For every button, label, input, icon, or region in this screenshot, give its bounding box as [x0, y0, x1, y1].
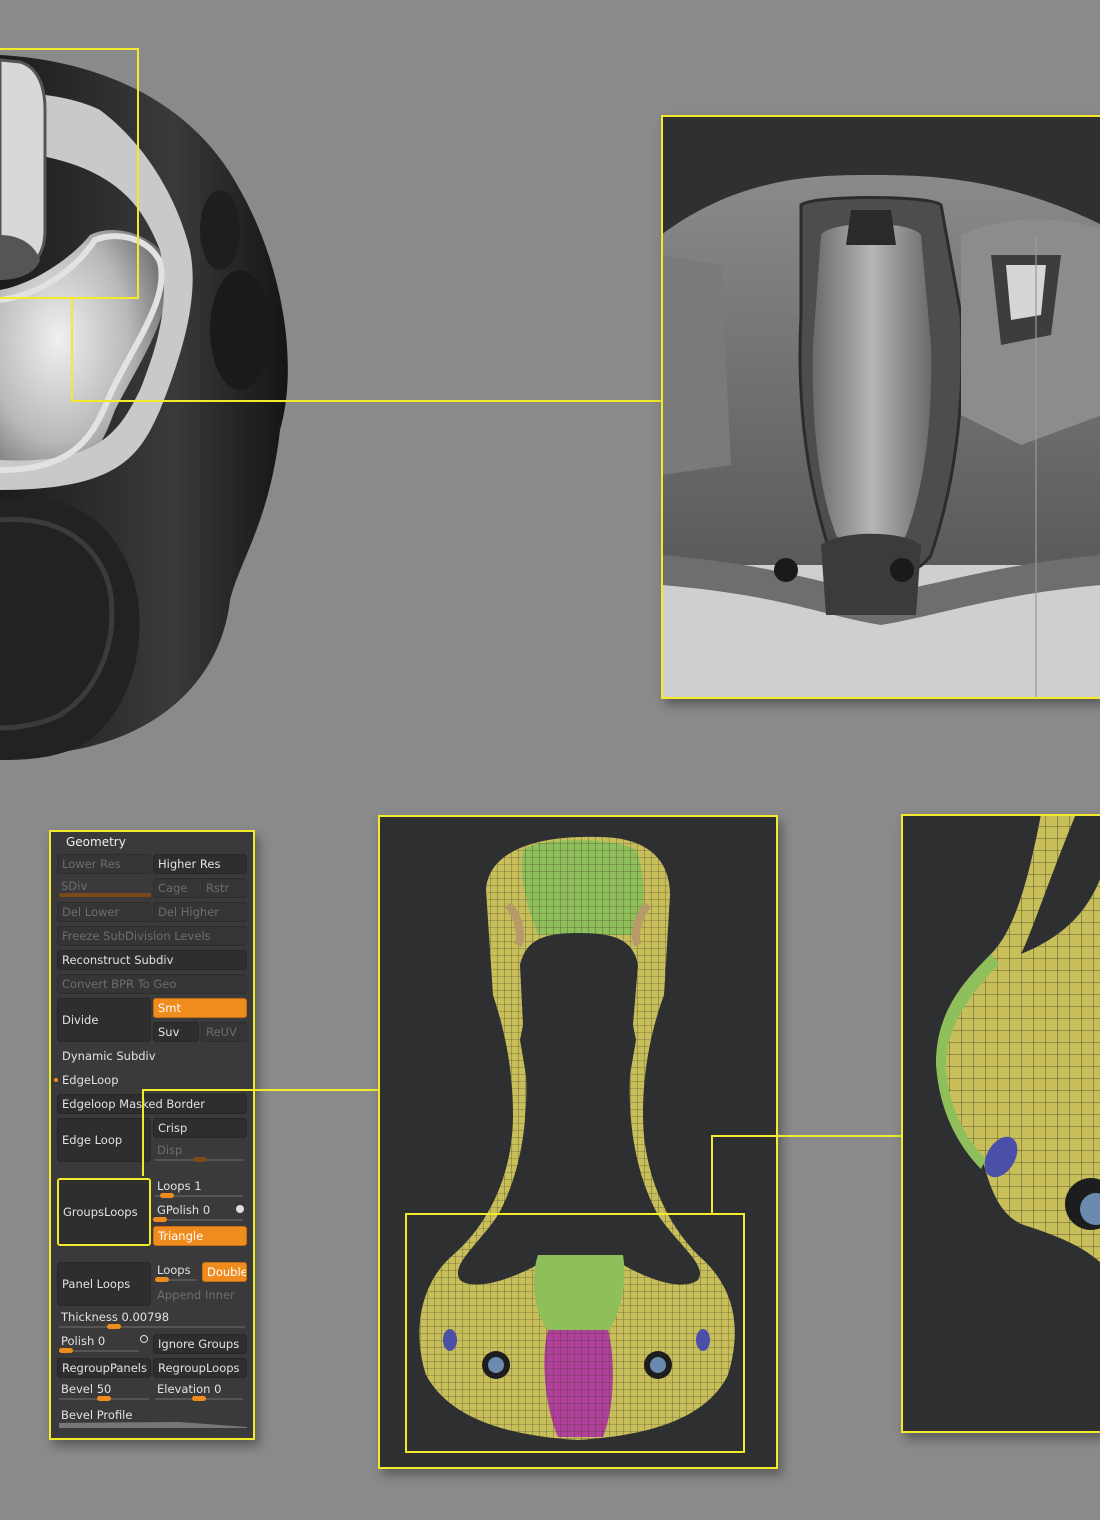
inner-toggle[interactable]: Inner [205, 1288, 235, 1302]
bevel-slider-knob[interactable] [97, 1396, 111, 1401]
regroup-panels-button[interactable]: RegroupPanels [57, 1358, 151, 1378]
connector-line [711, 1135, 713, 1215]
rstr-button[interactable]: Rstr [201, 878, 247, 898]
thickness-slider-knob[interactable] [107, 1324, 121, 1329]
thickness-slider[interactable] [59, 1326, 245, 1328]
thickness-label: Thickness [61, 1310, 118, 1324]
bevel-slider-label: Bevel 50 [61, 1382, 111, 1396]
crop-box-top [0, 48, 139, 299]
helmet-zoom-render [663, 117, 1100, 697]
connector-line [711, 1135, 903, 1137]
panel-loops-button[interactable]: Panel Loops [57, 1262, 151, 1306]
connector-line [71, 400, 663, 402]
sdiv-slider[interactable] [59, 893, 151, 897]
double-toggle[interactable]: Double [202, 1262, 247, 1282]
loops-value: 1 [194, 1179, 202, 1193]
connector-line [142, 1089, 144, 1176]
convert-bpr-button[interactable]: Convert BPR To Geo [57, 974, 247, 994]
divide-button[interactable]: Divide [57, 998, 151, 1042]
edgeloop-header[interactable]: EdgeLoop [62, 1073, 119, 1087]
loops-slider-knob[interactable] [160, 1193, 174, 1198]
reuv-toggle[interactable]: ReUV [201, 1022, 247, 1042]
crop-box-mesh [405, 1213, 745, 1453]
del-lower-button[interactable]: Del Lower [57, 902, 151, 922]
polish-slider-knob[interactable] [59, 1348, 73, 1353]
gpolish-toggle-icon[interactable] [236, 1205, 244, 1213]
polish-toggle-icon[interactable] [140, 1335, 148, 1343]
mesh-zoom-view [901, 814, 1100, 1433]
polish-slider-label: Polish 0 [61, 1334, 105, 1348]
dynamic-subdiv-header[interactable]: Dynamic Subdiv [62, 1049, 156, 1063]
gpolish-value: 0 [202, 1203, 211, 1217]
suv-toggle[interactable]: Suv [153, 1022, 199, 1042]
freeze-subdivision-button[interactable]: Freeze SubDivision Levels [57, 926, 247, 946]
zoom-view-top [661, 115, 1100, 699]
panel-title[interactable]: Geometry [66, 835, 126, 849]
thickness-value: 0.00798 [121, 1310, 170, 1324]
higher-res-button[interactable]: Higher Res [153, 854, 247, 874]
gpolish-slider-knob[interactable] [153, 1217, 167, 1222]
bevel-profile-curve[interactable] [59, 1416, 247, 1428]
geometry-panel: Geometry Lower Res Higher Res SDiv Cage … [49, 830, 255, 1440]
bevel-label: Bevel [61, 1382, 94, 1396]
smt-toggle[interactable]: Smt [153, 998, 247, 1018]
loops-slider-label: Loops 1 [157, 1179, 202, 1193]
del-higher-button[interactable]: Del Higher [153, 902, 247, 922]
edgeloop-active-dot [54, 1078, 58, 1082]
panel-loops-slider-label: Loops [157, 1263, 191, 1277]
sdiv-slider-label: SDiv [61, 879, 88, 893]
groups-loops-button[interactable]: GroupsLoops [57, 1178, 151, 1246]
mesh-viewport [378, 815, 778, 1469]
polish-value: 0 [97, 1334, 106, 1348]
connector-line [71, 297, 73, 402]
disp-slider-knob[interactable] [193, 1157, 207, 1162]
thickness-slider-label: Thickness 0.00798 [61, 1310, 169, 1324]
lower-res-button[interactable]: Lower Res [57, 854, 151, 874]
elevation-value: 0 [214, 1382, 222, 1396]
elevation-label: Elevation [157, 1382, 211, 1396]
triangle-toggle[interactable]: Triangle [153, 1226, 247, 1246]
loops-label: Loops [157, 1179, 191, 1193]
elevation-slider-label: Elevation 0 [157, 1382, 221, 1396]
polish-label: Polish [61, 1334, 95, 1348]
append-toggle[interactable]: Append [157, 1288, 201, 1302]
gpolish-label: GPolish [157, 1203, 200, 1217]
bevel-value: 50 [96, 1382, 112, 1396]
gpolish-slider[interactable] [155, 1219, 243, 1221]
edgeloop-masked-border-button[interactable]: Edgeloop Masked Border [57, 1094, 247, 1114]
disp-slider-label: Disp [157, 1143, 183, 1157]
edge-loop-button[interactable]: Edge Loop [57, 1118, 151, 1162]
reconstruct-subdiv-button[interactable]: Reconstruct Subdiv [57, 950, 247, 970]
mesh-zoom-render [903, 816, 1100, 1431]
gpolish-slider-label: GPolish 0 [157, 1203, 210, 1217]
elevation-slider-knob[interactable] [192, 1396, 206, 1401]
panel-loops-slider-knob[interactable] [155, 1277, 169, 1282]
cage-button[interactable]: Cage [153, 878, 199, 898]
ignore-groups-button[interactable]: Ignore Groups [153, 1334, 247, 1354]
regroup-loops-button[interactable]: RegroupLoops [153, 1358, 247, 1378]
crisp-button[interactable]: Crisp [153, 1118, 247, 1138]
